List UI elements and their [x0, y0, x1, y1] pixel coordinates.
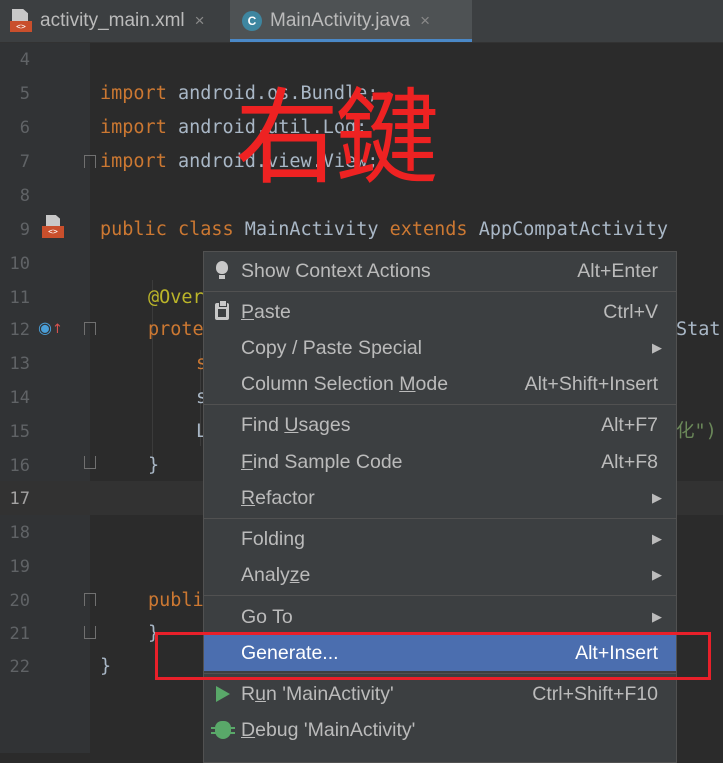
- right-click-annotation: 右鍵: [235, 77, 439, 199]
- menu-item-folding[interactable]: Folding ▶: [204, 521, 676, 557]
- line-number: 5: [19, 84, 30, 104]
- menu-separator: [204, 595, 676, 596]
- menu-item-paste[interactable]: Paste Ctrl+V: [204, 294, 676, 330]
- submenu-arrow-icon: ▶: [652, 340, 662, 355]
- line-number: 14: [9, 388, 30, 408]
- code-line-12-start: prote: [148, 319, 204, 340]
- tab-label: MainActivity.java: [270, 10, 411, 31]
- menu-item-show-context-actions[interactable]: Show Context Actions Alt+Enter: [204, 253, 676, 289]
- code-line-9: public class MainActivity extends AppCom…: [100, 219, 669, 240]
- menu-item-column-selection-mode[interactable]: Column Selection Mode Alt+Shift+Insert: [204, 366, 676, 402]
- line-number: 6: [19, 118, 30, 138]
- fold-marker-icon[interactable]: [84, 593, 96, 606]
- line-number: 19: [9, 557, 30, 577]
- submenu-arrow-icon: ▶: [652, 567, 662, 582]
- line-number: 12: [9, 320, 30, 340]
- line-number: 7: [19, 152, 30, 172]
- line-number: 10: [9, 254, 30, 274]
- submenu-arrow-icon: ▶: [652, 531, 662, 546]
- line-number-current: 17: [9, 489, 30, 509]
- line-number: 8: [19, 186, 30, 206]
- fold-marker-icon[interactable]: [84, 155, 96, 168]
- code-line-16: }: [148, 455, 160, 476]
- line-number: 11: [9, 288, 30, 308]
- line-number: 15: [9, 422, 30, 442]
- menu-separator: [204, 291, 676, 292]
- menu-item-go-to[interactable]: Go To ▶: [204, 599, 676, 635]
- close-icon[interactable]: ×: [420, 11, 430, 31]
- code-line-11: @Over: [148, 287, 204, 308]
- generate-highlight-box: [155, 632, 711, 680]
- submenu-arrow-icon: ▶: [652, 609, 662, 624]
- clipboard-icon: [215, 300, 229, 320]
- fold-marker-icon[interactable]: [84, 456, 96, 469]
- close-icon[interactable]: ×: [195, 11, 205, 31]
- tab-label: activity_main.xml: [40, 10, 185, 31]
- line-number: 22: [9, 657, 30, 677]
- tab-activity-main-xml[interactable]: <> activity_main.xml ×: [0, 0, 240, 42]
- fold-marker-icon[interactable]: [84, 626, 96, 639]
- menu-item-find-usages[interactable]: Find Usages Alt+F7: [204, 407, 676, 443]
- class-gutter-icon[interactable]: <>: [40, 215, 66, 241]
- override-method-icon[interactable]: ◉↑: [38, 318, 63, 337]
- menu-item-analyze[interactable]: Analyze ▶: [204, 557, 676, 593]
- menu-item-run[interactable]: Run 'MainActivity' Ctrl+Shift+F10: [204, 676, 676, 712]
- code-line-12-end: Stat: [676, 319, 721, 340]
- menu-item-refactor[interactable]: Refactor ▶: [204, 480, 676, 516]
- tab-main-activity-java[interactable]: C MainActivity.java ×: [230, 0, 472, 42]
- line-number: 20: [9, 591, 30, 611]
- debug-icon: [211, 721, 235, 739]
- menu-item-debug[interactable]: Debug 'MainActivity': [204, 712, 676, 748]
- code-line-22: }: [100, 656, 112, 677]
- java-class-icon: C: [242, 11, 262, 31]
- xml-layout-icon: <>: [10, 9, 32, 33]
- line-number: 4: [19, 50, 30, 70]
- fold-marker-icon[interactable]: [84, 322, 96, 335]
- menu-item-find-sample-code[interactable]: Find Sample Code Alt+F8: [204, 444, 676, 480]
- menu-separator: [204, 518, 676, 519]
- editor-tab-bar: <> activity_main.xml × C MainActivity.ja…: [0, 0, 723, 43]
- submenu-arrow-icon: ▶: [652, 490, 662, 505]
- menu-item-copy-paste-special[interactable]: Copy / Paste Special ▶: [204, 330, 676, 366]
- line-number: 18: [9, 523, 30, 543]
- line-number: 13: [9, 354, 30, 374]
- code-line-15-end: 化"): [676, 421, 717, 442]
- line-number: 21: [9, 624, 30, 644]
- line-number: 16: [9, 456, 30, 476]
- run-icon: [216, 686, 230, 702]
- lightbulb-icon: [216, 261, 228, 279]
- menu-separator: [204, 404, 676, 405]
- line-number: 9: [19, 220, 30, 240]
- code-line-20: publi: [148, 590, 204, 611]
- editor-context-menu: Show Context Actions Alt+Enter Paste Ctr…: [203, 251, 677, 763]
